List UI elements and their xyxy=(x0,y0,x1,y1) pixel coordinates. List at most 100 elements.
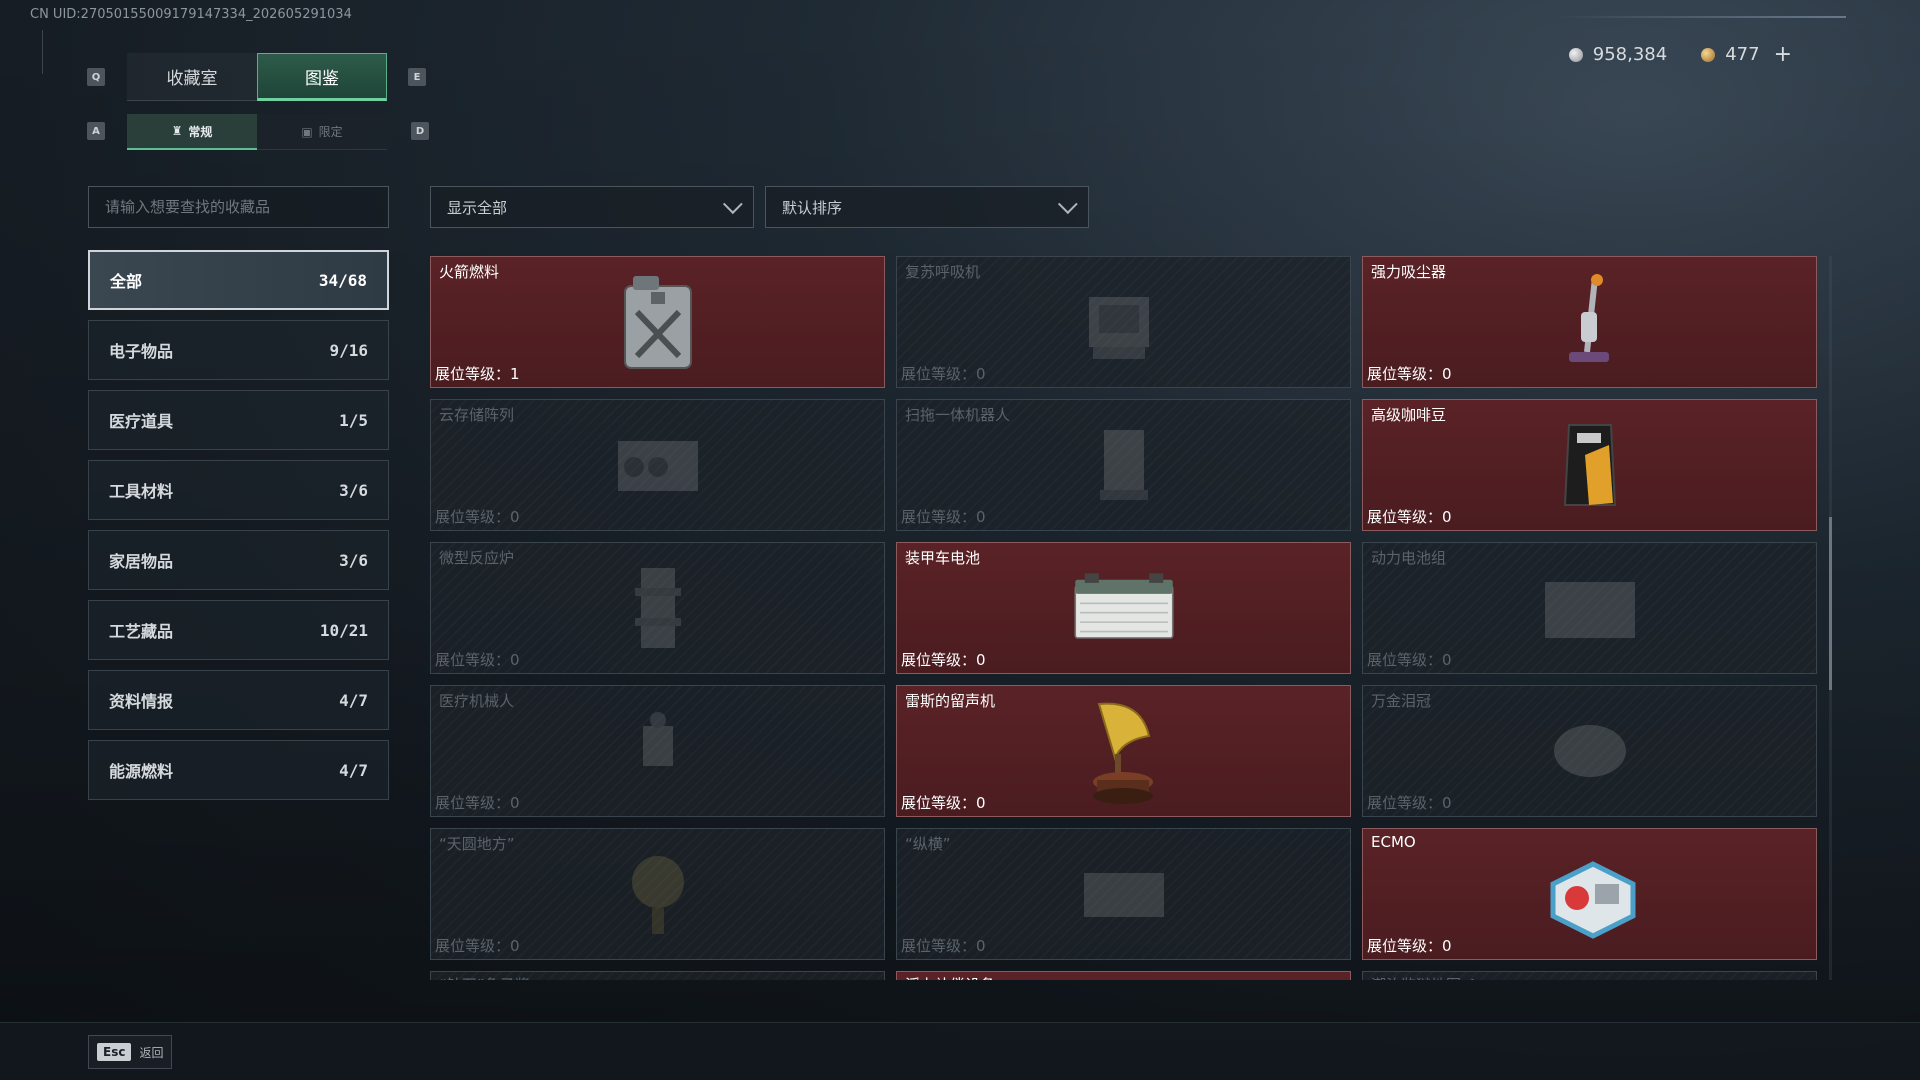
category-label: 工具材料 xyxy=(109,482,174,501)
back-label: 返回 xyxy=(139,1045,164,1060)
category-all[interactable]: 全部 34/68 xyxy=(88,250,389,310)
category-list: 全部 34/68 电子物品 9/16 医疗道具 1/5 工具材料 3/6 家居物… xyxy=(88,250,389,810)
robot-vacuum-icon xyxy=(1069,410,1179,520)
category-tools[interactable]: 工具材料 3/6 xyxy=(88,460,389,520)
collection-item-card[interactable]: “天圆地方” 展位等级：0 xyxy=(430,828,885,960)
scroll-thumb[interactable] xyxy=(1829,516,1832,691)
item-level: 展位等级：0 xyxy=(435,937,520,955)
chevron-down-icon xyxy=(1057,194,1078,215)
collection-item-card[interactable]: 雷斯的留声机 展位等级：0 xyxy=(896,685,1351,817)
item-name: 微型反应炉 xyxy=(439,549,515,567)
search-box xyxy=(88,186,389,228)
frame-icon: ▣ xyxy=(301,124,313,139)
category-label: 医疗道具 xyxy=(109,412,174,431)
collection-item-card[interactable]: 医疗机械人展位等级：0 xyxy=(430,685,885,817)
collection-item-card[interactable]: 火箭燃料 展位等级：1 xyxy=(430,256,885,388)
collection-item-card[interactable]: “钻石”鱼子酱 xyxy=(430,971,885,980)
category-label: 能源燃料 xyxy=(109,762,174,781)
subtab-limited[interactable]: ▣ 限定 xyxy=(257,114,387,150)
search-input[interactable] xyxy=(89,187,388,227)
category-label: 电子物品 xyxy=(109,342,174,361)
item-name: 潮汐监狱地图-4 xyxy=(1371,974,1476,980)
item-name: 复苏呼吸机 xyxy=(905,263,981,281)
item-level: 展位等级：0 xyxy=(1367,365,1452,383)
gold-amount: 477 xyxy=(1725,44,1760,65)
sub-tabs: ♜ 常规 ▣ 限定 xyxy=(127,114,387,150)
category-count: 1/5 xyxy=(339,410,368,430)
gold-coin-icon xyxy=(1701,47,1716,62)
category-count: 10/21 xyxy=(319,620,368,640)
subtab-regular-label: 常规 xyxy=(188,124,213,139)
category-energy[interactable]: 能源燃料 4/7 xyxy=(88,740,389,800)
item-name: 万金泪冠 xyxy=(1371,692,1432,710)
item-name: “天圆地方” xyxy=(439,835,515,853)
item-name: 医疗机械人 xyxy=(439,692,515,710)
tab-collection-room[interactable]: 收藏室 xyxy=(127,53,257,101)
collection-item-card[interactable]: 潮汐监狱地图-4 xyxy=(1362,971,1817,980)
item-name: “纵横” xyxy=(905,835,951,853)
crown-icon xyxy=(1535,696,1645,806)
collection-item-card[interactable]: 动力电池组 展位等级：0 xyxy=(1362,542,1817,674)
collection-item-card[interactable]: 云存储阵列展位等级：0 xyxy=(430,399,885,531)
grid-scrollbar[interactable] xyxy=(1829,256,1832,980)
d-key-hint[interactable]: D xyxy=(411,122,429,140)
collection-item-card[interactable]: “纵横” 展位等级：0 xyxy=(896,828,1351,960)
item-grid-viewport: 火箭燃料 展位等级：1 复苏呼吸机 展位等级：0 强力吸尘器 展位等级：0 云存储阵列 展位等… xyxy=(430,256,1820,980)
collection-item-card[interactable]: 装甲车电池 展位等级：0 xyxy=(896,542,1351,674)
category-electronics[interactable]: 电子物品 9/16 xyxy=(88,320,389,380)
item-name: 扫拖一体机器人 xyxy=(905,406,1011,424)
collection-item-card[interactable]: ECMO 展位等级：0 xyxy=(1362,828,1817,960)
item-name: 云存储阵列 xyxy=(439,406,515,424)
item-level: 展位等级：0 xyxy=(901,365,986,383)
subtab-regular[interactable]: ♜ 常规 xyxy=(127,114,257,150)
item-level: 展位等级：0 xyxy=(435,508,520,526)
item-level: 展位等级：0 xyxy=(1367,651,1452,669)
a-key-hint[interactable]: A xyxy=(87,122,105,140)
item-name: 雷斯的留声机 xyxy=(905,692,996,710)
category-home[interactable]: 家居物品 3/6 xyxy=(88,530,389,590)
q-key-hint[interactable]: Q xyxy=(87,68,105,86)
chessboard-icon xyxy=(1069,839,1179,949)
collection-item-card[interactable]: 万金泪冠展位等级：0 xyxy=(1362,685,1817,817)
filter-dropdown[interactable]: 显示全部 xyxy=(430,186,754,228)
category-count: 3/6 xyxy=(339,480,368,500)
e-key-hint[interactable]: E xyxy=(408,68,426,86)
sort-value: 默认排序 xyxy=(782,198,843,217)
category-medical[interactable]: 医疗道具 1/5 xyxy=(88,390,389,450)
collection-item-card[interactable]: 浮力补偿设备 xyxy=(896,971,1351,980)
filter-value: 显示全部 xyxy=(447,198,508,217)
item-name: “钻石”鱼子酱 xyxy=(439,974,530,980)
category-crafts[interactable]: 工艺藏品 10/21 xyxy=(88,600,389,660)
ventilator-icon xyxy=(1069,267,1179,377)
item-name: 高级咖啡豆 xyxy=(1371,406,1447,424)
item-name: 火箭燃料 xyxy=(439,263,500,281)
collection-item-card[interactable]: 高级咖啡豆展位等级：0 xyxy=(1362,399,1817,531)
battery-pack-icon xyxy=(1535,553,1645,663)
main-tabs: 收藏室 图鉴 xyxy=(127,53,387,101)
battery-icon xyxy=(1069,553,1179,663)
item-level: 展位等级：0 xyxy=(901,937,986,955)
vacuum-icon xyxy=(1535,267,1645,377)
collection-item-card[interactable]: 扫拖一体机器人 展位等级：0 xyxy=(896,399,1351,531)
item-level: 展位等级：0 xyxy=(435,794,520,812)
add-currency-button[interactable]: + xyxy=(1774,42,1792,67)
item-level: 展位等级：0 xyxy=(435,651,520,669)
back-button[interactable]: Esc 返回 xyxy=(88,1035,173,1069)
category-count: 4/7 xyxy=(339,690,368,710)
item-level: 展位等级：0 xyxy=(1367,508,1452,526)
tab-catalog[interactable]: 图鉴 xyxy=(257,53,387,101)
sort-dropdown[interactable]: 默认排序 xyxy=(765,186,1089,228)
fuel-can-icon xyxy=(603,267,713,377)
category-intel[interactable]: 资料情报 4/7 xyxy=(88,670,389,730)
collection-item-card[interactable]: 强力吸尘器展位等级：0 xyxy=(1362,256,1817,388)
item-name: 强力吸尘器 xyxy=(1371,263,1447,281)
category-label: 工艺藏品 xyxy=(109,622,174,641)
item-level: 展位等级：0 xyxy=(1367,794,1452,812)
collection-item-card[interactable]: 微型反应炉展位等级：0 xyxy=(430,542,885,674)
category-count: 3/6 xyxy=(339,550,368,570)
silver-coin-icon xyxy=(1568,47,1583,62)
item-name: 浮力补偿设备 xyxy=(905,974,995,980)
item-level: 展位等级：0 xyxy=(1367,937,1452,955)
item-name: ECMO xyxy=(1371,833,1416,851)
collection-item-card[interactable]: 复苏呼吸机展位等级：0 xyxy=(896,256,1351,388)
